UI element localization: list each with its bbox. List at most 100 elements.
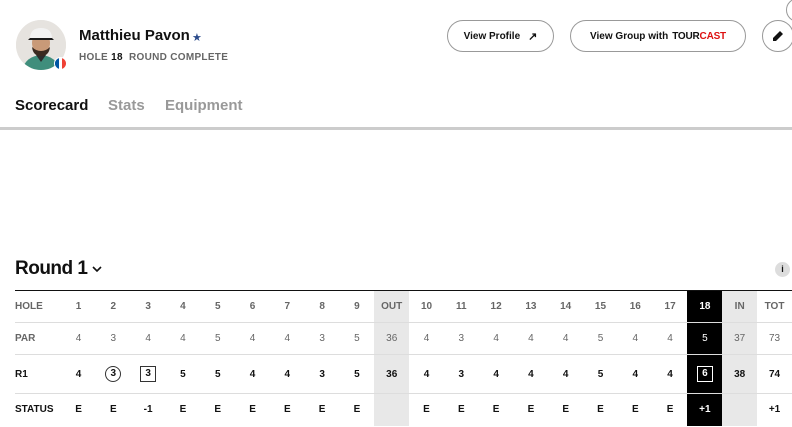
par-cell-6: 4 [235, 322, 270, 355]
hole-cell-5: 5 [200, 290, 236, 323]
r1-cell-18: 6 [687, 354, 723, 394]
r1-cell-1: 4 [61, 354, 96, 394]
hole-cell-2: 2 [95, 290, 131, 323]
r1-cell-16: 4 [617, 354, 653, 394]
tab-stats[interactable]: Stats [108, 97, 145, 114]
status-cell-7: E [283, 404, 291, 416]
round-selector[interactable]: Round 1 [15, 258, 102, 280]
par-cell-tot: 73 [757, 322, 792, 355]
hole-cell-12: 12 [478, 290, 514, 323]
bogey-marker: 6 [696, 366, 713, 382]
status-cell-11: E [457, 404, 465, 416]
status-cell-18: +1 [687, 393, 723, 426]
r1-cell-in: 38 [722, 354, 758, 394]
r1-cell-10: 4 [409, 354, 444, 394]
par-cell-in: 37 [722, 322, 758, 355]
hole-label: HOLE [79, 52, 108, 63]
status-row: STATUS E E -1 E E E E E E E E E E E E E E +1 +1 [15, 393, 792, 426]
view-profile-label: View Profile [463, 30, 521, 42]
flag-icon [54, 57, 67, 70]
hole-cell-4: 4 [165, 290, 201, 323]
par-cell-2: 3 [95, 322, 131, 355]
star-icon[interactable]: ★ [192, 31, 202, 44]
status-cell-3: -1 [143, 404, 153, 416]
hole-label: HOLE [15, 290, 62, 323]
par-cell-13: 4 [513, 322, 549, 355]
hole-cell-9: 9 [339, 290, 375, 323]
par-cell-7: 4 [269, 322, 305, 355]
info-icon[interactable]: i [775, 262, 790, 277]
arrow-up-right-icon: ↗ [528, 30, 538, 43]
r1-cell-5: 5 [200, 354, 236, 394]
status-cell-9: E [353, 404, 361, 416]
par-cell-18: 5 [687, 322, 723, 355]
status-cell-17: E [666, 404, 674, 416]
par-cell-15: 5 [583, 322, 618, 355]
r1-cell-13: 4 [513, 354, 549, 394]
par-cell-14: 4 [548, 322, 584, 355]
hole-cell-in: IN [722, 290, 758, 323]
hole-cell-15: 15 [583, 290, 618, 323]
top-corner-button[interactable] [786, 0, 792, 22]
status-cell-10: E [423, 404, 430, 416]
tab-scorecard[interactable]: Scorecard [15, 97, 88, 114]
status-cell-tot: +1 [768, 404, 781, 416]
hole-number: 18 [111, 52, 123, 63]
r1-cell-8: 3 [304, 354, 340, 394]
hole-cell-6: 6 [235, 290, 270, 323]
r1-cell-14: 4 [548, 354, 584, 394]
view-group-tourcast-button[interactable]: View Group with TOUR CAST [570, 20, 746, 52]
par-cell-11: 3 [443, 322, 479, 355]
r1-cell-out: 36 [374, 354, 410, 394]
pencil-icon [773, 30, 784, 41]
r1-cell-17: 4 [652, 354, 688, 394]
round-title: Round 1 [15, 258, 88, 279]
status-cell-6: E [249, 404, 256, 416]
r1-cell-15: 5 [583, 354, 618, 394]
tabs-divider [0, 127, 792, 130]
par-cell-3: 4 [130, 322, 166, 355]
hole-cell-10: 10 [409, 290, 444, 323]
par-cell-5: 5 [200, 322, 236, 355]
scorecard-table: HOLE 1 2 3 4 5 6 7 8 9 OUT 10 11 12 13 14 15 16 17 18 IN TOT P… [15, 290, 792, 426]
pencil-button[interactable] [762, 20, 792, 52]
birdie-marker: 3 [105, 366, 122, 382]
r1-cell-7: 4 [269, 354, 305, 394]
tourcast-cast: CAST [699, 30, 727, 42]
status-cell-13: E [527, 404, 535, 416]
view-profile-button[interactable]: View Profile ↗ [447, 20, 554, 52]
flag-stripe-red [62, 58, 66, 69]
hole-cell-14: 14 [548, 290, 584, 323]
par-cell-16: 4 [617, 322, 653, 355]
bogey-marker: 3 [140, 366, 157, 382]
round-status: ROUND COMPLETE [128, 52, 229, 63]
player-name[interactable]: Matthieu Pavon [79, 27, 190, 44]
r1-cell-tot: 74 [757, 354, 792, 394]
par-cell-17: 4 [652, 322, 688, 355]
status-cell-16: E [631, 404, 639, 416]
r1-cell-12: 4 [478, 354, 514, 394]
par-label: PAR [15, 322, 62, 355]
r1-cell-2: 3 [95, 354, 131, 394]
par-cell-9: 5 [339, 322, 375, 355]
tab-bar: Scorecard Stats Equipment [0, 90, 792, 130]
tab-equipment[interactable]: Equipment [165, 97, 243, 114]
par-cell-8: 3 [304, 322, 340, 355]
hole-row: HOLE 1 2 3 4 5 6 7 8 9 OUT 10 11 12 13 14 15 16 17 18 IN TOT [15, 290, 792, 323]
round-1-row: R1 4 3 3 5 5 4 4 3 5 36 4 3 4 4 4 5 4 4 6 38 74 [15, 354, 792, 394]
hole-cell-tot: TOT [757, 290, 792, 323]
status-cell-2: E [110, 404, 117, 416]
hole-cell-16: 16 [617, 290, 653, 323]
par-cell-10: 4 [409, 322, 444, 355]
status-cell-5: E [214, 404, 222, 416]
hole-cell-13: 13 [513, 290, 549, 323]
status-cell-in [722, 393, 758, 426]
status-cell-15: E [597, 404, 604, 416]
status-label: STATUS [15, 404, 54, 416]
view-group-label: View Group with [590, 30, 669, 42]
par-cell-1: 4 [61, 322, 96, 355]
r1-cell-9: 5 [339, 354, 375, 394]
hole-cell-7: 7 [269, 290, 305, 323]
status-cell-14: E [562, 404, 570, 416]
status-cell-12: E [492, 404, 500, 416]
